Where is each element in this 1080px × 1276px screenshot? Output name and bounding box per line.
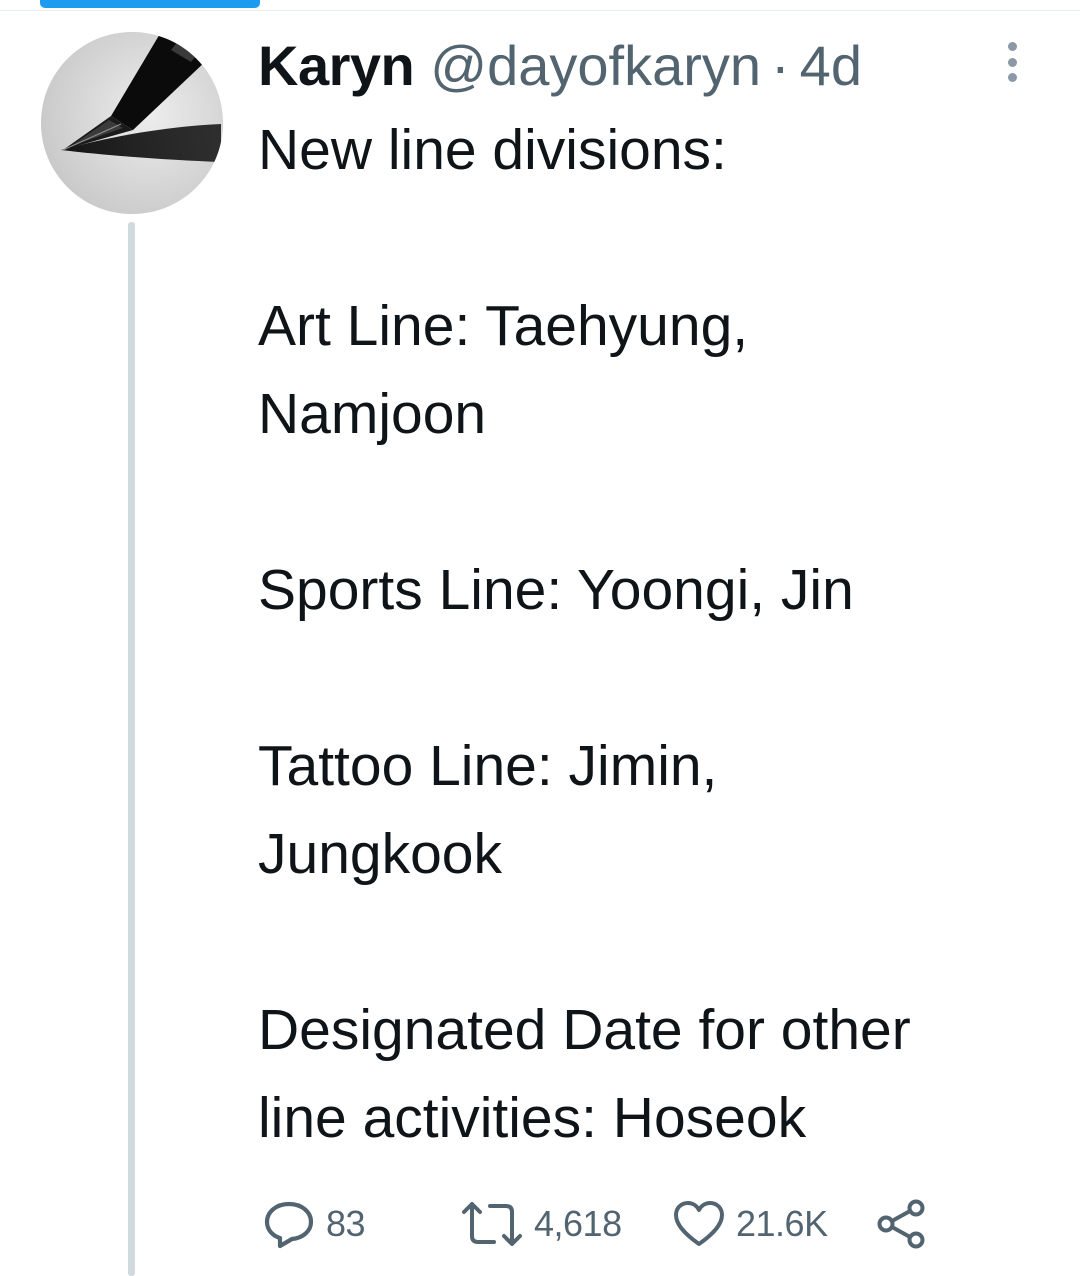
fountain-pen-avatar-image: [41, 32, 223, 214]
like-count: 21.6K: [736, 1203, 828, 1244]
author-name[interactable]: Karyn: [258, 30, 415, 102]
share-icon: [877, 1199, 925, 1249]
tweet-text-line: line activities: Hoseok: [258, 1086, 807, 1150]
active-tab-indicator: [40, 0, 260, 8]
heart-icon: [674, 1201, 724, 1246]
header-separator: ·: [771, 34, 790, 97]
more-vertical-icon: [1007, 42, 1017, 51]
reply-icon: [264, 1201, 314, 1249]
reply-button[interactable]: 83: [262, 1196, 366, 1252]
like-button[interactable]: 21.6K: [672, 1196, 828, 1252]
tweet-text-line: Art Line: Taehyung,: [258, 294, 749, 358]
tweet-header: Karyn @dayofkaryn · 4d: [258, 30, 1058, 102]
author-handle[interactable]: @dayofkaryn: [430, 30, 761, 102]
more-vertical-icon-dot: [1007, 73, 1017, 82]
retweet-count: 4,618: [534, 1203, 622, 1244]
retweet-button[interactable]: 4,618: [460, 1196, 622, 1252]
tweet-text-line: Sports Line: Yoongi, Jin: [258, 558, 854, 622]
top-divider: [0, 10, 1080, 11]
tweet-timestamp[interactable]: 4d: [800, 30, 862, 102]
tweet-page: Karyn @dayofkaryn · 4d New line division…: [0, 0, 1080, 1276]
tweet-text-line: Designated Date for other: [258, 998, 911, 1062]
tweet-text-line: New line divisions:: [258, 118, 727, 182]
share-button[interactable]: [876, 1196, 928, 1252]
more-options-button[interactable]: [996, 38, 1028, 86]
tweet-text-line: Namjoon: [258, 382, 487, 446]
reply-count: 83: [326, 1203, 366, 1244]
tweet-actions-bar: 83 4,618 21.6K: [262, 1196, 962, 1252]
tweet-content: Karyn @dayofkaryn · 4d New line division…: [258, 30, 1058, 1162]
thread-connector-line: [128, 222, 135, 1276]
tweet-text-line: Jungkook: [258, 822, 503, 886]
tweet-text: New line divisions: Art Line: Taehyung, …: [258, 106, 1058, 1162]
tweet-text-line: Tattoo Line: Jimin,: [258, 734, 718, 798]
more-vertical-icon-dot: [1007, 57, 1017, 67]
avatar[interactable]: [41, 32, 223, 214]
retweet-icon: [462, 1202, 522, 1246]
